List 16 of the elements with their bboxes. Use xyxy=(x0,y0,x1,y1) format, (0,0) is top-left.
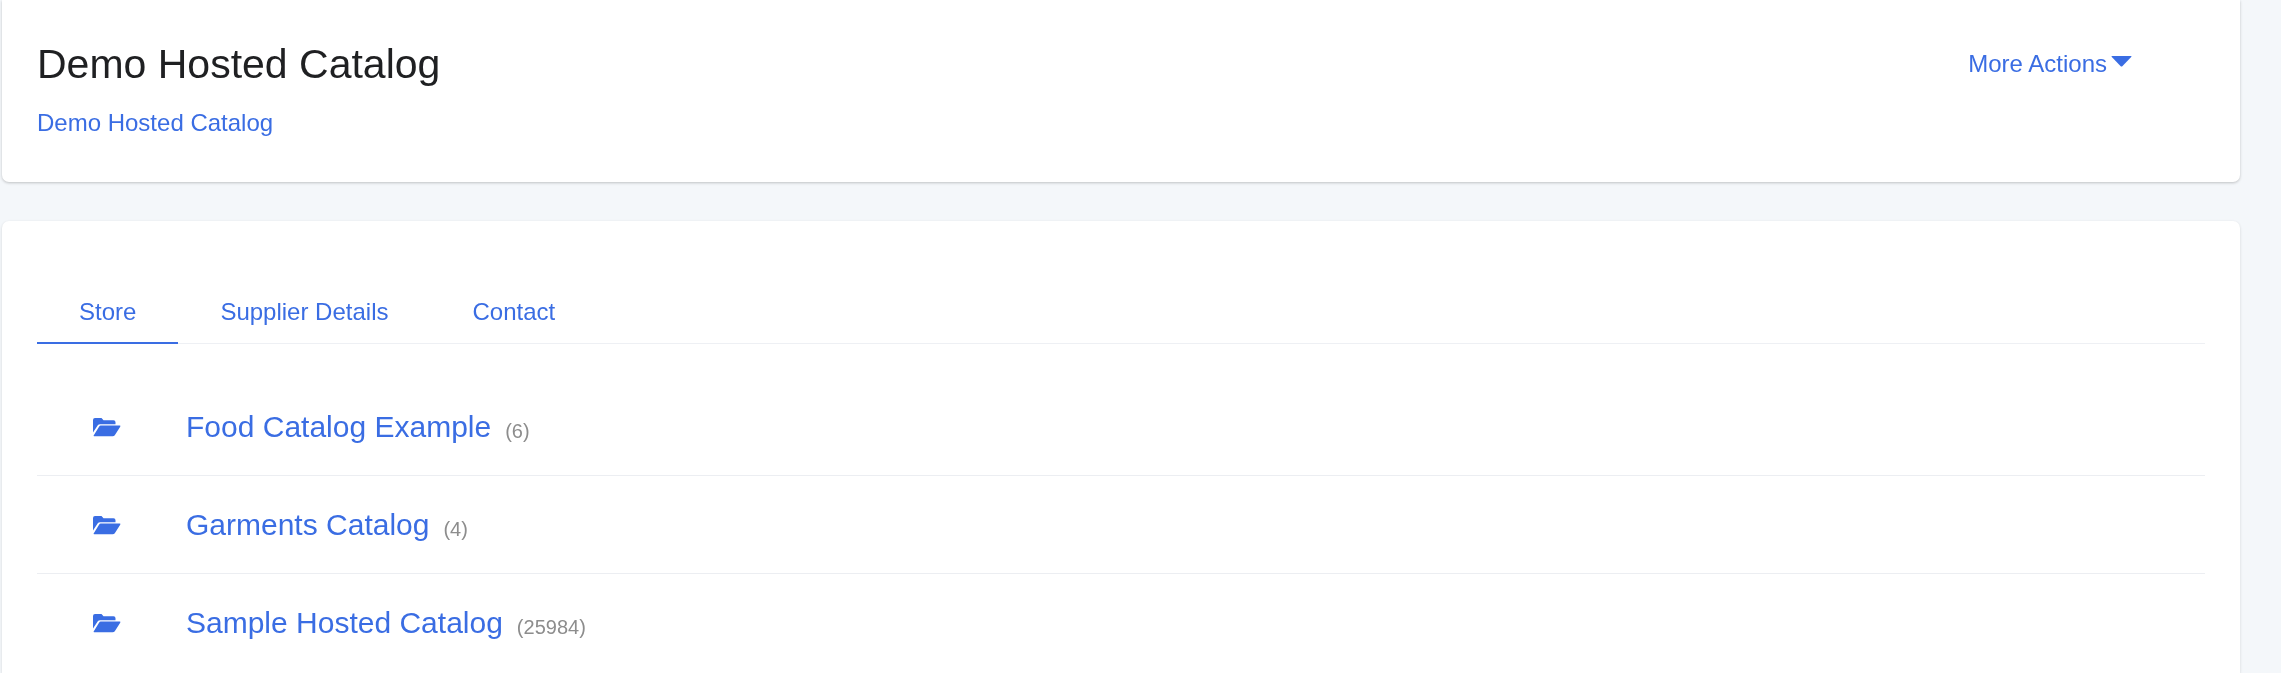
item-count: (4) xyxy=(443,516,468,541)
breadcrumb-link[interactable]: Demo Hosted Catalog xyxy=(37,108,274,138)
caret-icon xyxy=(2111,56,2132,67)
tab[interactable]: Supplier Details xyxy=(178,282,431,344)
item-count: (6) xyxy=(505,418,530,443)
page-title: Demo Hosted Catalog xyxy=(37,40,441,88)
item-count: (25984) xyxy=(516,615,586,639)
catalog-link[interactable]: Garments Catalog xyxy=(186,506,430,543)
catalog-link[interactable]: Food Catalog Example xyxy=(186,408,492,445)
catalog-link[interactable]: Sample Hosted Catalog xyxy=(186,605,503,641)
folder-icon xyxy=(93,613,121,633)
folder-icon xyxy=(93,416,121,437)
tab[interactable]: Contact xyxy=(430,282,598,344)
folder-icon xyxy=(93,514,121,535)
tab[interactable]: Store xyxy=(37,282,179,344)
more-actions-button[interactable]: More Actions xyxy=(1968,49,2132,79)
